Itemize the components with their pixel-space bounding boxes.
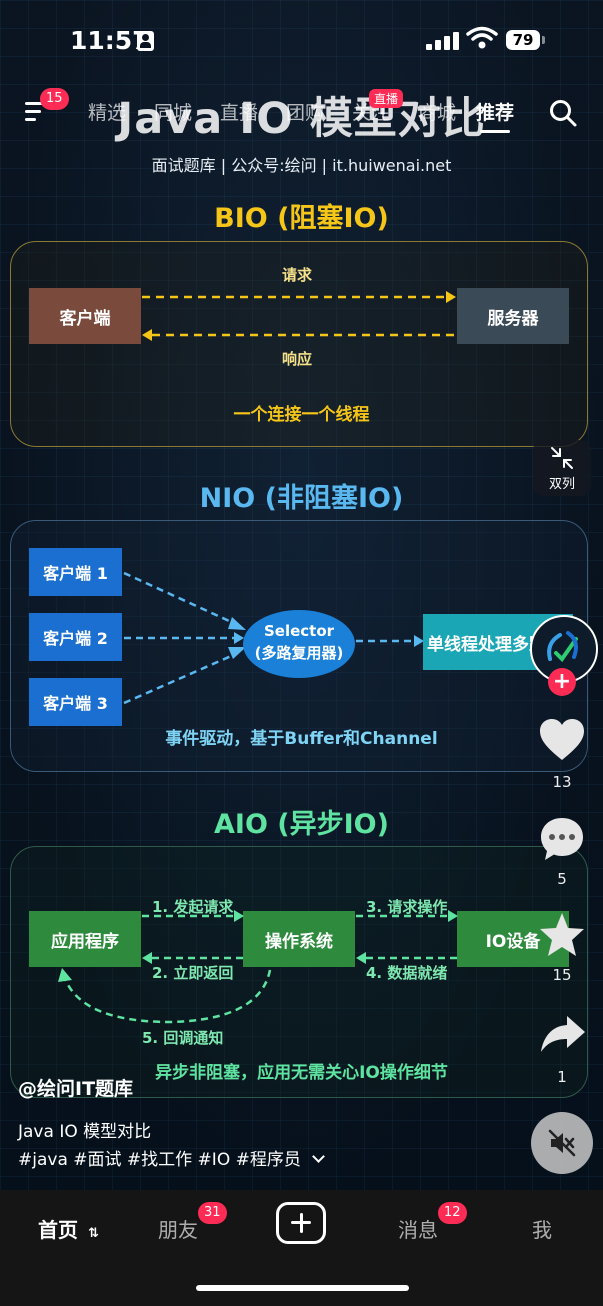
cellular-signal-icon [426,32,460,50]
bio-server-box: 服务器 [457,288,569,344]
collapse-arrows-icon [551,447,573,469]
status-bar: 11:57 79 [0,0,603,80]
menu-badge: 15 [40,88,69,110]
nav-friends[interactable]: 朋友 [158,1214,198,1243]
comment-icon[interactable] [539,816,585,862]
friends-badge: 31 [198,1202,227,1224]
speaker-muted-icon [548,1129,576,1157]
refresh-icon: ⇅ [87,1226,99,1241]
nio-client-3-box: 客户端 3 [29,678,122,726]
bio-title: BIO (阻塞IO) [214,203,389,234]
share-icon[interactable] [540,1014,586,1054]
nav-home-label: 首页 [38,1218,78,1242]
avatar-logo-icon [547,631,578,663]
comments-count: 5 [557,870,567,888]
aio-step5-label: 5. 回调通知 [142,1029,224,1047]
follow-plus-button[interactable]: + [548,668,576,696]
nav-messages[interactable]: 消息 [398,1214,438,1243]
bio-note: 一个连接一个线程 [233,405,370,425]
battery-indicator: 79 [506,30,540,50]
contact-card-icon [137,31,154,51]
dual-column-label: 双列 [548,477,575,492]
expand-chevron-icon[interactable] [312,1150,326,1163]
wifi-icon [466,26,498,49]
nio-client-2-box: 客户端 2 [29,613,122,661]
tab-live[interactable]: 直播 [220,98,258,125]
messages-badge: 12 [438,1202,467,1224]
nav-me[interactable]: 我 [532,1214,552,1243]
nio-selector-sub: (多路复用器) [254,644,344,662]
bottom-nav: 首页 ⇅ 朋友 31 消息 12 我 [0,1190,603,1306]
tab-local[interactable]: 同城 [154,98,192,125]
nio-client-1-box: 客户端 1 [29,548,122,596]
nio-title: NIO (非阻塞IO) [199,483,404,514]
mute-button[interactable] [531,1112,593,1174]
video-subtitle: 面试题库 | 公众号:绘问 | it.huiwenai.net [151,156,452,175]
live-badge: 直播 [369,89,404,108]
tab-featured[interactable]: 精选 [88,98,126,125]
aio-step1-label: 1. 发起请求 [152,898,234,916]
battery-tip [542,36,545,44]
bio-request-label: 请求 [282,266,313,284]
home-indicator [196,1285,409,1291]
tab-recommended[interactable]: 推荐 [476,98,514,133]
tags-text[interactable]: #java #面试 #找工作 #IO #程序员 [18,1150,301,1170]
heart-icon[interactable] [539,718,585,762]
aio-title: AIO (异步IO) [214,809,389,840]
author-name[interactable]: @绘问IT题库 [18,1074,133,1101]
search-icon[interactable] [548,98,578,128]
video-description: Java IO 模型对比 [18,1122,152,1142]
aio-step2-label: 2. 立即返回 [152,964,234,982]
nav-home[interactable]: 首页 ⇅ [38,1214,99,1243]
video-tags[interactable]: #java #面试 #找工作 #IO #程序员 [18,1145,326,1170]
dual-column-button[interactable]: 双列 [533,440,591,496]
top-tabs: 精选 同城 直播 团购 关注 商城 推荐 [88,98,538,134]
likes-count: 13 [552,773,572,791]
aio-step3-label: 3. 请求操作 [366,898,448,916]
star-icon[interactable] [538,912,586,958]
shares-count: 1 [557,1068,567,1086]
tab-group-buy[interactable]: 团购 [286,98,324,125]
bio-response-label: 响应 [282,350,313,368]
nio-note: 事件驱动，基于Buffer和Channel [165,729,438,749]
bio-arrows [142,291,456,341]
favorites-count: 15 [552,966,572,984]
nio-selector-label: Selector [263,622,335,640]
aio-step4-label: 4. 数据就绪 [366,964,448,982]
tab-mall[interactable]: 商城 [418,98,456,125]
create-post-button[interactable] [276,1202,326,1244]
bio-client-box: 客户端 [29,288,141,344]
